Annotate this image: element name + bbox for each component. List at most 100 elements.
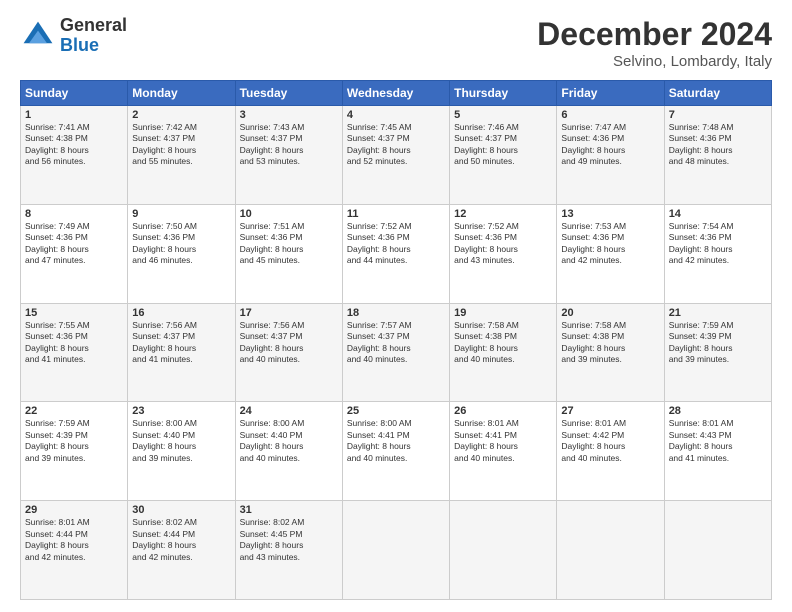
col-header-tuesday: Tuesday (235, 81, 342, 106)
day-number: 15 (25, 307, 123, 319)
day-cell: 27Sunrise: 8:01 AMSunset: 4:42 PMDayligh… (557, 402, 664, 501)
day-number: 25 (347, 405, 445, 417)
col-header-monday: Monday (128, 81, 235, 106)
day-info: Sunrise: 8:00 AMSunset: 4:40 PMDaylight:… (240, 418, 338, 464)
header-row: SundayMondayTuesdayWednesdayThursdayFrid… (21, 81, 772, 106)
day-number: 30 (132, 504, 230, 516)
day-info: Sunrise: 8:01 AMSunset: 4:42 PMDaylight:… (561, 418, 659, 464)
day-cell: 23Sunrise: 8:00 AMSunset: 4:40 PMDayligh… (128, 402, 235, 501)
day-number: 4 (347, 109, 445, 121)
day-number: 1 (25, 109, 123, 121)
day-cell: 18Sunrise: 7:57 AMSunset: 4:37 PMDayligh… (342, 303, 449, 402)
location: Selvino, Lombardy, Italy (537, 53, 772, 70)
day-info: Sunrise: 7:56 AMSunset: 4:37 PMDaylight:… (240, 320, 338, 366)
week-row-3: 15Sunrise: 7:55 AMSunset: 4:36 PMDayligh… (21, 303, 772, 402)
logo: General Blue (20, 16, 127, 56)
day-cell: 8Sunrise: 7:49 AMSunset: 4:36 PMDaylight… (21, 204, 128, 303)
day-info: Sunrise: 7:48 AMSunset: 4:36 PMDaylight:… (669, 122, 767, 168)
day-cell (450, 501, 557, 600)
header: General Blue December 2024 Selvino, Lomb… (20, 16, 772, 70)
day-cell: 9Sunrise: 7:50 AMSunset: 4:36 PMDaylight… (128, 204, 235, 303)
week-row-1: 1Sunrise: 7:41 AMSunset: 4:38 PMDaylight… (21, 106, 772, 205)
day-info: Sunrise: 8:02 AMSunset: 4:44 PMDaylight:… (132, 517, 230, 563)
day-number: 14 (669, 208, 767, 220)
day-number: 16 (132, 307, 230, 319)
day-number: 8 (25, 208, 123, 220)
day-info: Sunrise: 8:01 AMSunset: 4:44 PMDaylight:… (25, 517, 123, 563)
day-number: 18 (347, 307, 445, 319)
day-number: 31 (240, 504, 338, 516)
day-cell: 29Sunrise: 8:01 AMSunset: 4:44 PMDayligh… (21, 501, 128, 600)
day-cell: 26Sunrise: 8:01 AMSunset: 4:41 PMDayligh… (450, 402, 557, 501)
day-cell: 3Sunrise: 7:43 AMSunset: 4:37 PMDaylight… (235, 106, 342, 205)
day-number: 21 (669, 307, 767, 319)
logo-general: General (60, 16, 127, 36)
day-number: 19 (454, 307, 552, 319)
day-cell: 10Sunrise: 7:51 AMSunset: 4:36 PMDayligh… (235, 204, 342, 303)
day-number: 24 (240, 405, 338, 417)
day-cell (342, 501, 449, 600)
col-header-wednesday: Wednesday (342, 81, 449, 106)
col-header-sunday: Sunday (21, 81, 128, 106)
day-info: Sunrise: 7:49 AMSunset: 4:36 PMDaylight:… (25, 221, 123, 267)
day-number: 26 (454, 405, 552, 417)
day-cell: 28Sunrise: 8:01 AMSunset: 4:43 PMDayligh… (664, 402, 771, 501)
day-number: 13 (561, 208, 659, 220)
day-info: Sunrise: 8:00 AMSunset: 4:40 PMDaylight:… (132, 418, 230, 464)
day-cell: 1Sunrise: 7:41 AMSunset: 4:38 PMDaylight… (21, 106, 128, 205)
day-cell (664, 501, 771, 600)
day-info: Sunrise: 7:59 AMSunset: 4:39 PMDaylight:… (25, 418, 123, 464)
day-number: 2 (132, 109, 230, 121)
day-cell: 14Sunrise: 7:54 AMSunset: 4:36 PMDayligh… (664, 204, 771, 303)
day-cell: 11Sunrise: 7:52 AMSunset: 4:36 PMDayligh… (342, 204, 449, 303)
day-number: 7 (669, 109, 767, 121)
day-number: 11 (347, 208, 445, 220)
day-info: Sunrise: 7:56 AMSunset: 4:37 PMDaylight:… (132, 320, 230, 366)
day-cell: 31Sunrise: 8:02 AMSunset: 4:45 PMDayligh… (235, 501, 342, 600)
day-number: 10 (240, 208, 338, 220)
week-row-2: 8Sunrise: 7:49 AMSunset: 4:36 PMDaylight… (21, 204, 772, 303)
day-cell: 22Sunrise: 7:59 AMSunset: 4:39 PMDayligh… (21, 402, 128, 501)
day-info: Sunrise: 7:46 AMSunset: 4:37 PMDaylight:… (454, 122, 552, 168)
calendar-table: SundayMondayTuesdayWednesdayThursdayFrid… (20, 80, 772, 600)
month-year: December 2024 (537, 16, 772, 53)
day-info: Sunrise: 7:53 AMSunset: 4:36 PMDaylight:… (561, 221, 659, 267)
day-info: Sunrise: 8:02 AMSunset: 4:45 PMDaylight:… (240, 517, 338, 563)
day-cell: 13Sunrise: 7:53 AMSunset: 4:36 PMDayligh… (557, 204, 664, 303)
day-cell: 6Sunrise: 7:47 AMSunset: 4:36 PMDaylight… (557, 106, 664, 205)
day-info: Sunrise: 7:43 AMSunset: 4:37 PMDaylight:… (240, 122, 338, 168)
day-info: Sunrise: 7:58 AMSunset: 4:38 PMDaylight:… (561, 320, 659, 366)
day-cell: 25Sunrise: 8:00 AMSunset: 4:41 PMDayligh… (342, 402, 449, 501)
logo-text: General Blue (60, 16, 127, 56)
day-cell: 16Sunrise: 7:56 AMSunset: 4:37 PMDayligh… (128, 303, 235, 402)
day-cell: 19Sunrise: 7:58 AMSunset: 4:38 PMDayligh… (450, 303, 557, 402)
day-cell: 5Sunrise: 7:46 AMSunset: 4:37 PMDaylight… (450, 106, 557, 205)
day-number: 6 (561, 109, 659, 121)
day-number: 17 (240, 307, 338, 319)
day-cell: 7Sunrise: 7:48 AMSunset: 4:36 PMDaylight… (664, 106, 771, 205)
day-info: Sunrise: 7:47 AMSunset: 4:36 PMDaylight:… (561, 122, 659, 168)
day-number: 12 (454, 208, 552, 220)
day-cell: 21Sunrise: 7:59 AMSunset: 4:39 PMDayligh… (664, 303, 771, 402)
page: General Blue December 2024 Selvino, Lomb… (0, 0, 792, 612)
day-number: 29 (25, 504, 123, 516)
week-row-5: 29Sunrise: 8:01 AMSunset: 4:44 PMDayligh… (21, 501, 772, 600)
day-number: 9 (132, 208, 230, 220)
day-number: 22 (25, 405, 123, 417)
col-header-saturday: Saturday (664, 81, 771, 106)
day-number: 5 (454, 109, 552, 121)
day-cell: 20Sunrise: 7:58 AMSunset: 4:38 PMDayligh… (557, 303, 664, 402)
day-cell: 17Sunrise: 7:56 AMSunset: 4:37 PMDayligh… (235, 303, 342, 402)
day-info: Sunrise: 7:41 AMSunset: 4:38 PMDaylight:… (25, 122, 123, 168)
day-number: 27 (561, 405, 659, 417)
day-cell: 12Sunrise: 7:52 AMSunset: 4:36 PMDayligh… (450, 204, 557, 303)
week-row-4: 22Sunrise: 7:59 AMSunset: 4:39 PMDayligh… (21, 402, 772, 501)
day-info: Sunrise: 7:50 AMSunset: 4:36 PMDaylight:… (132, 221, 230, 267)
day-cell: 30Sunrise: 8:02 AMSunset: 4:44 PMDayligh… (128, 501, 235, 600)
day-info: Sunrise: 7:42 AMSunset: 4:37 PMDaylight:… (132, 122, 230, 168)
day-info: Sunrise: 7:58 AMSunset: 4:38 PMDaylight:… (454, 320, 552, 366)
day-number: 23 (132, 405, 230, 417)
day-number: 3 (240, 109, 338, 121)
title-block: December 2024 Selvino, Lombardy, Italy (537, 16, 772, 70)
day-info: Sunrise: 7:52 AMSunset: 4:36 PMDaylight:… (454, 221, 552, 267)
